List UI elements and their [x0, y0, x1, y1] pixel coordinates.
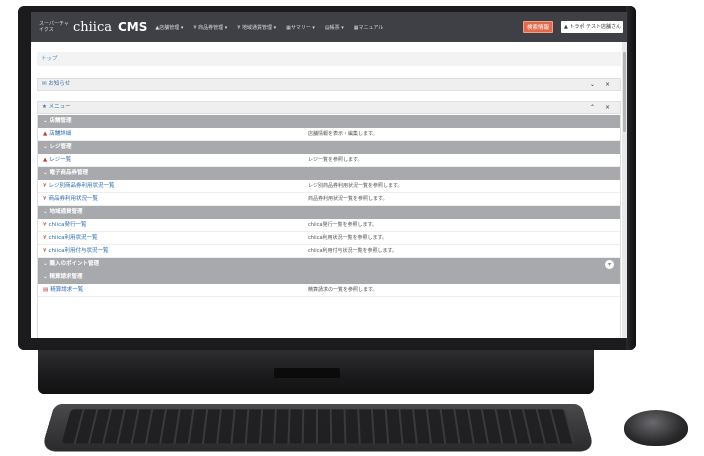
top-navbar: スーパーチャイクス chiica CMS ▲店舗管理 ▾ ¥ 商品券管理 ▾ ¥…: [31, 12, 627, 42]
list-item: ¥ レジ別商品券利用状況一覧 レジ別商品券利用状況一覧を参照します。: [38, 180, 620, 193]
section-billing-management[interactable]: ⌄ 精算請求管理: [38, 271, 620, 284]
keyboard-keys: [61, 409, 575, 444]
nav-menu: ▲店舗管理 ▾ ¥ 商品券管理 ▾ ¥ 地域通貨管理 ▾ ▦サマリー ▾ ▤帳票…: [155, 24, 393, 31]
stand-slot: [274, 368, 340, 378]
list-item: ▤ 精算請求一覧 精算請求の一覧を参照します。: [38, 284, 620, 297]
register-list-link[interactable]: ▲ レジ一覧: [43, 154, 71, 166]
list-item: ¥ chiica利用付与状況一覧 chiica利用付与状況一覧を参照します。: [38, 245, 620, 258]
menu-panel-title: ★ メニュー: [42, 104, 71, 110]
menu-list: ⌄ 店舗管理 ▲ 店舗詳細 店舗情報を表示・編集します。 ⌄ レジ管理 ▲ レジ一覧…: [38, 115, 620, 297]
store-detail-label: 店舗詳細: [49, 131, 72, 137]
section-points-label: ⌄ 購入のポイント管理: [43, 261, 100, 267]
menu-panel-body: ⌄ 店舗管理 ▲ 店舗詳細 店舗情報を表示・編集します。 ⌄ レジ管理 ▲ レジ一覧…: [37, 115, 621, 338]
section-ticket-management[interactable]: ⌄ 電子商品券管理: [38, 167, 620, 180]
monitor: スーパーチャイクス chiica CMS ▲店舗管理 ▾ ¥ 商品券管理 ▾ ¥…: [18, 6, 636, 350]
brand-cms: CMS: [118, 20, 148, 34]
list-item: ▲ 店舗詳細 店舗情報を表示・編集します。: [38, 128, 620, 141]
chiica-issue-label: chiica発行一覧: [48, 222, 87, 228]
screen: スーパーチャイクス chiica CMS ▲店舗管理 ▾ ¥ 商品券管理 ▾ ¥…: [31, 12, 627, 338]
chiica-issue-link[interactable]: ¥ chiica発行一覧: [43, 219, 86, 231]
scrollbar-thumb[interactable]: [623, 52, 626, 132]
register-list-desc: レジ一覧を参照します。: [308, 157, 363, 163]
yen-icon: ¥: [43, 235, 47, 241]
section-local-currency[interactable]: ⌄ 地域通貨管理: [38, 206, 620, 219]
document-icon: ▤: [43, 287, 49, 293]
ticket-by-register-desc: レジ別商品券利用状況一覧を参照します。: [308, 183, 403, 189]
list-item: ¥ 商品券利用状況一覧 商品券利用状況一覧を参照します。: [38, 193, 620, 206]
ticket-by-register-label: レジ別商品券利用状況一覧: [48, 183, 115, 189]
billing-list-link[interactable]: ▤ 精算請求一覧: [43, 284, 83, 296]
menu-panel-header: ★ メニュー ⌃ ×: [37, 101, 621, 114]
chiica-issue-desc: chiica発行一覧を参照します。: [308, 222, 378, 228]
mouse: [624, 410, 688, 446]
store-detail-desc: 店舗情報を表示・編集します。: [308, 131, 378, 137]
chiica-grant-label: chiica利用付与状況一覧: [48, 248, 109, 254]
nav-local-currency[interactable]: ¥ 地域通貨管理 ▾: [237, 24, 276, 31]
monitor-stand: [38, 350, 594, 394]
news-panel-header: ✉ お知らせ ⌄ ×: [37, 78, 621, 91]
nav-store-management[interactable]: ▲店舗管理 ▾: [155, 24, 183, 31]
user-menu[interactable]: ▲ トラポ テスト店舗さん ▾: [561, 21, 623, 33]
ticket-usage-desc: 商品券利用状況一覧を参照します。: [308, 196, 388, 202]
yen-icon: ¥: [43, 196, 47, 202]
nav-ticket-management[interactable]: ¥ 商品券管理 ▾: [193, 24, 227, 31]
chiica-usage-link[interactable]: ¥ chiica利用状況一覧: [43, 232, 97, 244]
scrollbar[interactable]: [622, 42, 627, 338]
news-panel-controls[interactable]: ⌄ ×: [590, 79, 614, 90]
keyboard: [40, 403, 596, 452]
store-detail-link[interactable]: ▲ 店舗詳細: [43, 128, 71, 140]
section-points-management[interactable]: ⌄ 購入のポイント管理 ▾: [38, 258, 620, 271]
brand-logo[interactable]: chiica: [73, 20, 112, 35]
section-store-management[interactable]: ⌄ 店舗管理: [38, 115, 620, 128]
chiica-usage-label: chiica利用状況一覧: [48, 235, 98, 241]
nav-summary[interactable]: ▦サマリー ▾: [286, 24, 315, 31]
list-item: ¥ chiica発行一覧 chiica発行一覧を参照します。: [38, 219, 620, 232]
breadcrumb: トップ: [37, 52, 621, 66]
chiica-usage-desc: chiica利用状況一覧を参照します。: [308, 235, 388, 241]
chiica-grant-link[interactable]: ¥ chiica利用付与状況一覧: [43, 245, 108, 257]
register-list-label: レジ一覧: [49, 157, 72, 163]
chiica-grant-desc: chiica利用付与状況一覧を参照します。: [308, 248, 398, 254]
section-register-management[interactable]: ⌄ レジ管理: [38, 141, 620, 154]
list-item: ¥ chiica利用状況一覧 chiica利用状況一覧を参照します。: [38, 232, 620, 245]
user-icon: ▲: [43, 131, 48, 137]
breadcrumb-top-link[interactable]: トップ: [41, 56, 58, 62]
billing-list-label: 精算請求一覧: [50, 287, 84, 293]
ticket-usage-link[interactable]: ¥ 商品券利用状況一覧: [43, 193, 98, 205]
user-icon: ▲: [43, 157, 48, 163]
search-info-button[interactable]: 検索情報: [523, 21, 554, 33]
list-item: ▲ レジ一覧 レジ一覧を参照します。: [38, 154, 620, 167]
monitor-bezel: [626, 6, 636, 350]
nav-manual[interactable]: ▦マニュアル: [354, 24, 384, 31]
expand-toggle-icon[interactable]: ▾: [605, 260, 614, 269]
ticket-by-register-link[interactable]: ¥ レジ別商品券利用状況一覧: [43, 180, 115, 192]
billing-list-desc: 精算請求の一覧を参照します。: [308, 287, 378, 293]
brand-subtitle: スーパーチャイクス: [39, 21, 69, 33]
nav-reports[interactable]: ▤帳票 ▾: [325, 24, 344, 31]
yen-icon: ¥: [43, 248, 47, 254]
menu-panel-controls[interactable]: ⌃ ×: [590, 102, 614, 113]
yen-icon: ¥: [43, 183, 47, 189]
news-panel-title: ✉ お知らせ: [42, 81, 71, 87]
yen-icon: ¥: [43, 222, 47, 228]
ticket-usage-label: 商品券利用状況一覧: [48, 196, 99, 202]
